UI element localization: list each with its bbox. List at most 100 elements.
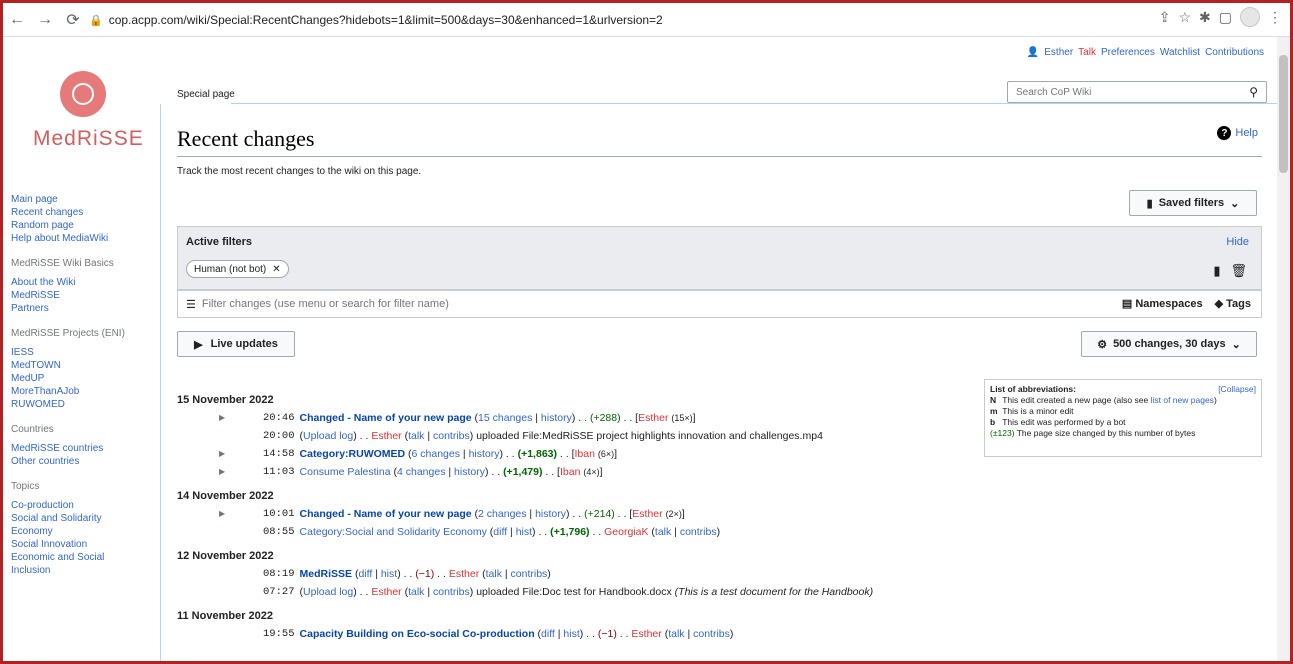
contribs-link[interactable]: contribs	[433, 427, 470, 445]
page-link[interactable]: Category:Social and Solidarity Economy	[300, 523, 487, 541]
sidebar-item-help[interactable]: Help about MediaWiki	[11, 232, 146, 245]
talk-link[interactable]: talk	[668, 625, 684, 643]
changes-link[interactable]: 6 changes	[412, 445, 460, 463]
saved-filters-button[interactable]: ▮ Saved filters ⌄	[1129, 190, 1257, 216]
help-link[interactable]: ? Help	[1217, 126, 1258, 140]
user-link[interactable]: Esther	[638, 409, 668, 427]
hide-filters-link[interactable]: Hide	[1226, 236, 1249, 248]
expand-icon[interactable]: ▶	[177, 409, 263, 427]
back-icon[interactable]: ←	[3, 6, 31, 34]
collapse-link[interactable]: [Collapse]	[1218, 384, 1256, 395]
search-icon[interactable]: ⚲	[1249, 85, 1258, 99]
history-link[interactable]: history	[541, 409, 572, 427]
sidebar-item-sse[interactable]: Social and Solidarity Economy	[11, 512, 146, 538]
sidebar-item-ruwomed[interactable]: RUWOMED	[11, 398, 146, 411]
menu-icon[interactable]: ⋮	[1268, 9, 1282, 26]
sidebar-item-recent-changes[interactable]: Recent changes	[11, 206, 146, 219]
watchlist-link[interactable]: Watchlist	[1160, 47, 1200, 58]
user-link[interactable]: Esther	[449, 565, 479, 583]
star-icon[interactable]: ☆	[1178, 9, 1191, 26]
share-icon[interactable]: ⇪	[1159, 9, 1171, 26]
diff-link[interactable]: diff	[541, 625, 555, 643]
preferences-link[interactable]: Preferences	[1101, 47, 1155, 58]
diff-link[interactable]: diff	[493, 523, 507, 541]
user-link[interactable]: Esther	[1044, 47, 1073, 58]
sidebar-item-medup[interactable]: MedUP	[11, 372, 146, 385]
bookmark-icon[interactable]: ▮	[1213, 263, 1220, 279]
talk-link[interactable]: Talk	[1078, 47, 1096, 58]
user-link[interactable]: Iban	[575, 445, 595, 463]
diff-link[interactable]: diff	[358, 565, 372, 583]
sidebar-item-other-countries[interactable]: Other countries	[11, 455, 146, 468]
user-link[interactable]: Esther	[631, 625, 661, 643]
new-pages-link[interactable]: list of new pages	[1151, 395, 1214, 405]
sidebar-item-main-page[interactable]: Main page	[11, 193, 146, 206]
talk-link[interactable]: talk	[408, 583, 424, 601]
user-link[interactable]: Iban	[560, 463, 580, 481]
namespaces-button[interactable]: ▤ Namespaces	[1122, 297, 1203, 310]
page-link[interactable]: Capacity Building on Eco-social Co-produ…	[300, 625, 535, 643]
hist-link[interactable]: hist	[563, 625, 579, 643]
tab-special-page[interactable]: Special page	[157, 81, 255, 104]
history-link[interactable]: history	[469, 445, 500, 463]
expand-icon[interactable]: ▶	[177, 463, 263, 481]
contributions-link[interactable]: Contributions	[1205, 47, 1264, 58]
contribs-link[interactable]: contribs	[433, 583, 470, 601]
page-link[interactable]: Changed - Name of your new page	[300, 505, 472, 523]
sidebar-item-iess[interactable]: IESS	[11, 346, 146, 359]
sidebar-item-inclusion[interactable]: Economic and Social Inclusion	[11, 551, 146, 577]
user-link[interactable]: Esther	[371, 427, 401, 445]
sidebar-item-social-innovation[interactable]: Social Innovation	[11, 538, 146, 551]
extensions-icon[interactable]: ✱	[1199, 9, 1211, 26]
log-link[interactable]: Upload log	[303, 583, 353, 601]
page-link[interactable]: Category:RUWOMED	[300, 445, 406, 463]
user-link[interactable]: Esther	[632, 505, 662, 523]
sidebar-item-random-page[interactable]: Random page	[11, 219, 146, 232]
sidepanel-icon[interactable]: ▢	[1219, 9, 1232, 26]
changes-link[interactable]: 2 changes	[478, 505, 526, 523]
contribs-link[interactable]: contribs	[680, 523, 717, 541]
search-input[interactable]: Search CoP Wiki ⚲	[1007, 81, 1267, 103]
close-icon[interactable]: ✕	[272, 264, 280, 275]
user-link[interactable]: Esther	[371, 583, 401, 601]
talk-link[interactable]: talk	[486, 565, 502, 583]
sidebar-item-about[interactable]: About the Wiki	[11, 276, 146, 289]
live-updates-button[interactable]: ▶ Live updates	[177, 331, 295, 357]
talk-link[interactable]: talk	[408, 427, 424, 445]
change-row: 07:27 (Upload log) . . Esther (talk | co…	[177, 583, 977, 601]
sidebar-item-medrisse[interactable]: MedRiSSE	[11, 289, 146, 302]
scrollbar-thumb[interactable]	[1279, 55, 1288, 173]
expand-icon[interactable]: ▶	[177, 505, 263, 523]
profile-avatar[interactable]	[1240, 7, 1260, 27]
contribs-link[interactable]: contribs	[693, 625, 730, 643]
address-bar[interactable]: 🔒 cop.acpp.com/wiki/Special:RecentChange…	[89, 7, 1289, 33]
expand-icon[interactable]: ▶	[177, 445, 263, 463]
forward-icon[interactable]: →	[31, 6, 59, 34]
history-link[interactable]: history	[454, 463, 485, 481]
reload-icon[interactable]: ⟳	[59, 6, 87, 34]
tags-button[interactable]: ◆ Tags	[1215, 297, 1251, 310]
trash-icon[interactable]: 🗑	[1230, 263, 1247, 279]
talk-link[interactable]: talk	[655, 523, 671, 541]
hist-link[interactable]: hist	[381, 565, 397, 583]
filter-buttons: ▤ Namespaces ◆ Tags	[1122, 297, 1251, 310]
history-link[interactable]: history	[535, 505, 566, 523]
page-link[interactable]: Changed - Name of your new page	[300, 409, 472, 427]
changes-link[interactable]: 4 changes	[397, 463, 445, 481]
site-logo[interactable]: MedRiSSE	[33, 71, 143, 151]
sidebar-item-coproduction[interactable]: Co-production	[11, 499, 146, 512]
filter-search-input[interactable]: ☰ Filter changes (use menu or search for…	[177, 290, 1262, 318]
filter-chip-human[interactable]: Human (not bot) ✕	[186, 260, 289, 278]
contribs-link[interactable]: contribs	[511, 565, 548, 583]
sidebar-item-morethanajob[interactable]: MoreThanAJob	[11, 385, 146, 398]
sidebar-item-medtown[interactable]: MedTOWN	[11, 359, 146, 372]
changes-link[interactable]: 15 changes	[478, 409, 532, 427]
results-settings-button[interactable]: ⚙ 500 changes, 30 days ⌄	[1081, 331, 1257, 357]
page-link[interactable]: Consume Palestina	[300, 463, 391, 481]
user-link[interactable]: GeorgiaK	[604, 523, 648, 541]
sidebar-item-medrisse-countries[interactable]: MedRiSSE countries	[11, 442, 146, 455]
page-link[interactable]: MedRiSSE	[300, 565, 353, 583]
sidebar-item-partners[interactable]: Partners	[11, 302, 146, 315]
log-link[interactable]: Upload log	[303, 427, 353, 445]
hist-link[interactable]: hist	[516, 523, 532, 541]
